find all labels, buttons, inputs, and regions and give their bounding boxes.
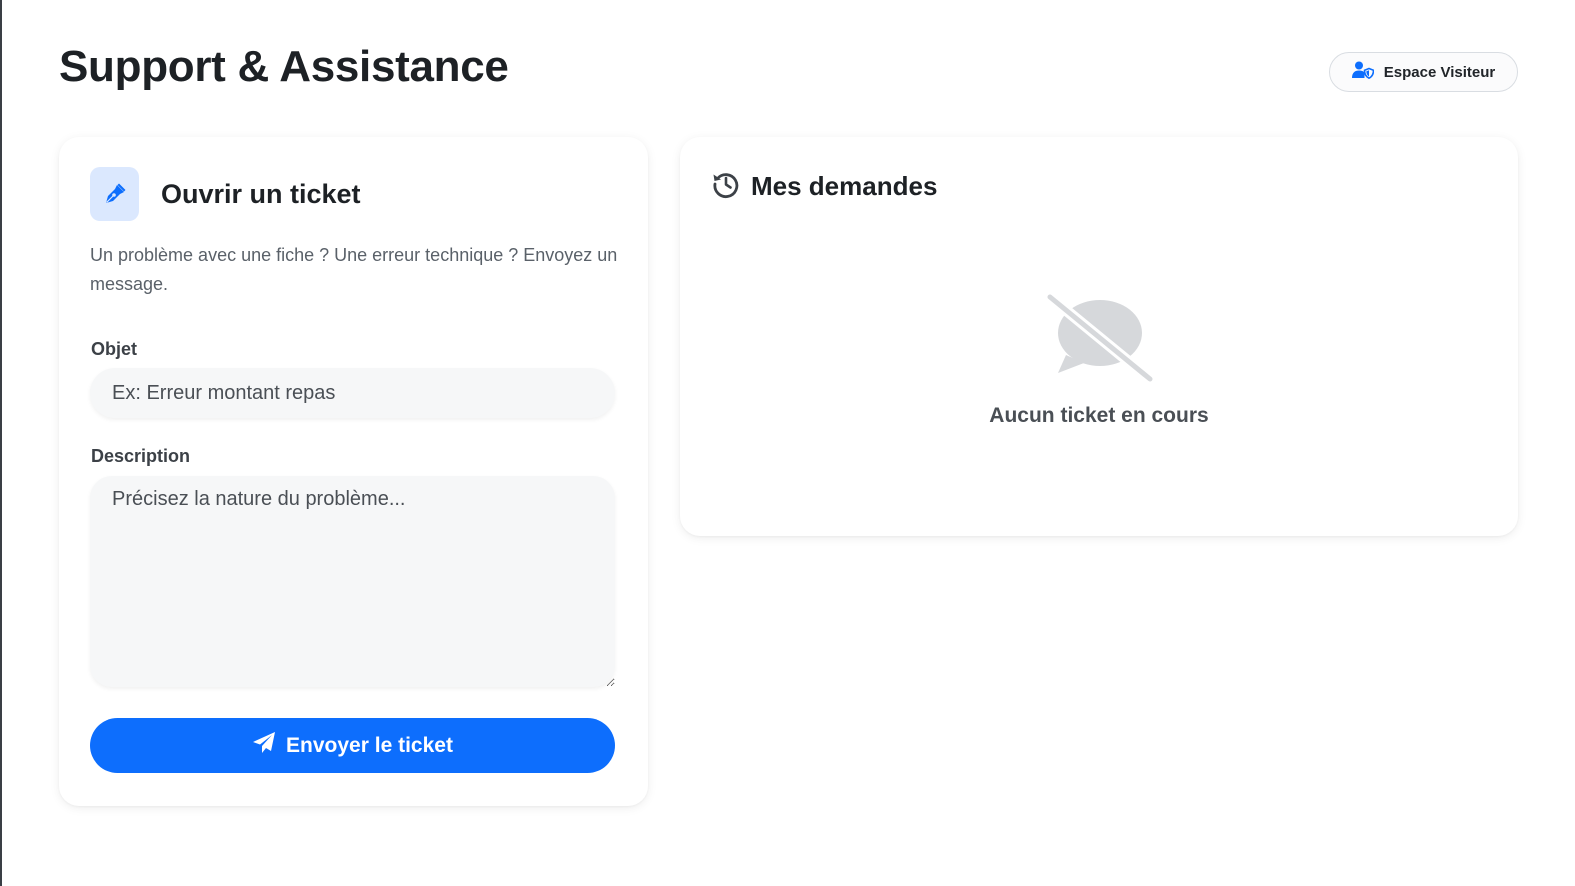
- description-label: Description: [91, 446, 191, 466]
- subject-label: Objet: [91, 339, 138, 359]
- visitor-space-button[interactable]: Espace Visiteur: [1329, 52, 1518, 92]
- history-icon: [711, 169, 741, 204]
- form-title: Ouvrir un ticket: [161, 179, 361, 209]
- requests-title: Mes demandes: [751, 171, 938, 201]
- page-title: Support & Assistance: [59, 42, 509, 91]
- user-shield-icon: [1351, 61, 1375, 83]
- description-textarea[interactable]: [90, 476, 615, 687]
- submit-ticket-label: Envoyer le ticket: [286, 733, 453, 757]
- pen-nib-icon: [90, 167, 139, 221]
- new-ticket-card: Ouvrir un ticket Un problème avec une fi…: [59, 137, 648, 806]
- subject-input[interactable]: [90, 368, 615, 418]
- visitor-space-label: Espace Visiteur: [1383, 63, 1496, 81]
- requests-header: Mes demandes: [711, 169, 937, 204]
- form-description: Un problème avec une fiche ? Une erreur …: [90, 245, 618, 294]
- submit-ticket-button[interactable]: Envoyer le ticket: [90, 718, 615, 773]
- empty-state-text: Aucun ticket en cours: [989, 404, 1209, 427]
- paper-plane-icon: [252, 731, 276, 761]
- comment-slash-icon: [1044, 291, 1156, 385]
- my-requests-card: Mes demandes Aucun ticket en cours: [680, 137, 1518, 536]
- window-edge: [0, 0, 2, 886]
